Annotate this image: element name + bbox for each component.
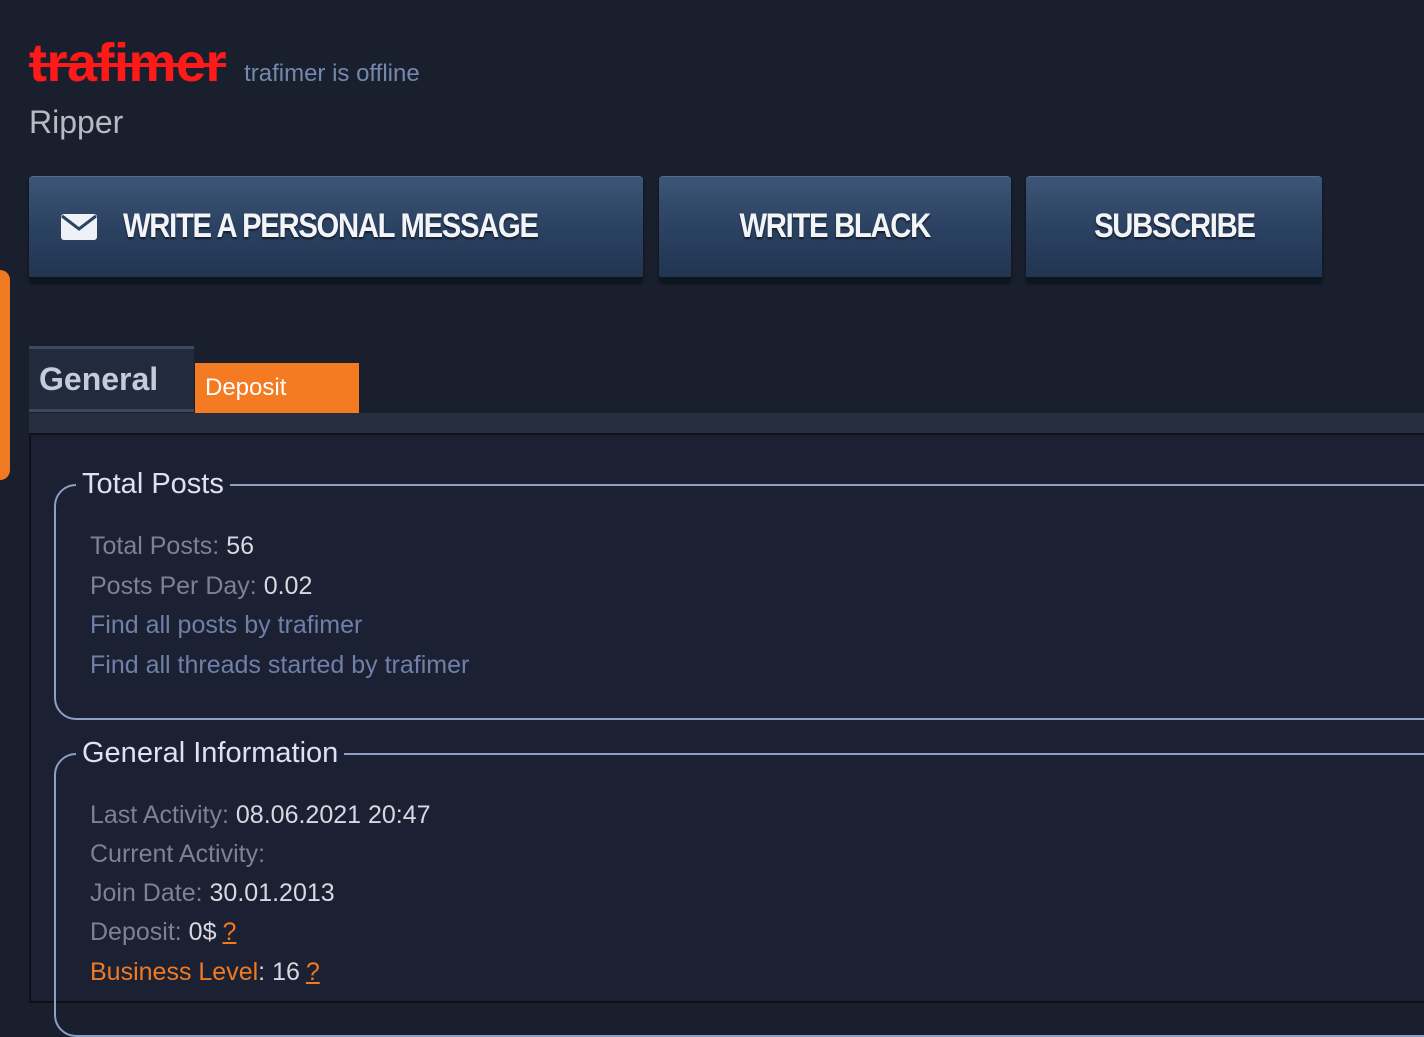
profile-header: trafimer trafimer is offline [29,36,420,90]
business-level-value: 16 [272,958,300,986]
last-activity-label: Last Activity [90,801,222,829]
total-posts-legend: Total Posts [82,468,224,500]
username: trafimer [29,33,227,93]
user-title: Ripper [29,104,124,140]
posts-per-day-row: Posts Per Day: 0.02 [90,572,313,600]
write-personal-message-button[interactable]: WRITE A PERSONAL MESSAGE [29,176,643,282]
find-all-threads-link[interactable]: Find all threads started by trafimer [90,651,469,679]
tab-general[interactable]: General [29,346,194,412]
tabs-bar [29,413,1424,433]
deposit-row: Deposit: 0$? [90,918,237,946]
write-black-label: WRITE BLACK [739,207,932,245]
deposit-value: 0$ [188,918,217,946]
tab-deposit-label: Deposit [205,374,287,401]
tab-deposit[interactable]: Deposit [195,363,359,413]
total-posts-row: Total Posts: 56 [90,532,254,560]
last-activity-row: Last Activity: 08.06.2021 20:47 [90,801,431,829]
subscribe-button[interactable]: SUBSCRIBE [1026,176,1322,282]
write-black-button[interactable]: WRITE BLACK [659,176,1011,282]
total-posts-label: Total Posts [90,532,213,560]
general-information-legend: General Information [82,737,339,769]
online-status: trafimer is offline [244,60,420,87]
join-date-label: Join Date [90,879,196,907]
find-threads-row: Find all threads started by trafimer [90,650,469,680]
current-activity-label: Current Activity [90,840,259,868]
posts-per-day-label: Posts Per Day [90,572,250,600]
deposit-label: Deposit [90,918,175,946]
current-activity-row: Current Activity: [90,840,266,868]
posts-per-day-value: 0.02 [263,572,313,600]
find-posts-row: Find all posts by trafimer [90,610,362,640]
subscribe-label: SUBSCRIBE [1093,207,1256,245]
business-level-help-link[interactable]: ? [306,958,320,986]
write-personal-message-label: WRITE A PERSONAL MESSAGE [123,207,539,245]
find-all-posts-link[interactable]: Find all posts by trafimer [90,611,362,639]
business-level-row: Business Level: 16? [90,958,320,986]
envelope-icon [61,213,97,240]
business-level-label: Business Level [90,958,259,986]
join-date-value: 30.01.2013 [209,879,335,907]
last-activity-value: 08.06.2021 20:47 [235,801,431,829]
join-date-row: Join Date: 30.01.2013 [90,879,335,907]
deposit-help-link[interactable]: ? [222,918,236,946]
side-feedback-tab[interactable] [0,270,10,480]
tab-general-label: General [39,360,159,397]
total-posts-value: 56 [226,532,254,560]
